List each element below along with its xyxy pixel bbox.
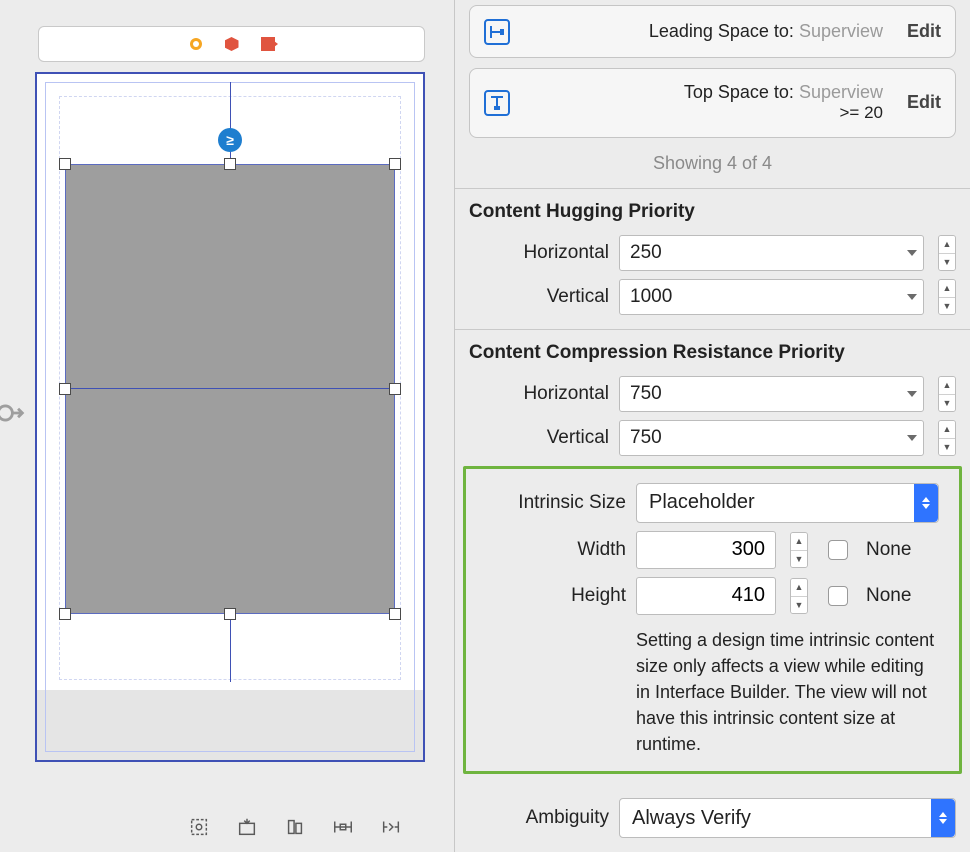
field-label: Vertical xyxy=(469,427,609,449)
dropdown-arrows-icon xyxy=(914,484,938,522)
field-label: Horizontal xyxy=(469,383,609,405)
checkbox-label: None xyxy=(866,585,911,607)
resize-handle[interactable] xyxy=(389,158,401,170)
canvas-area: ≥ xyxy=(0,0,454,852)
compression-vertical-row: Vertical 750 ▲▼ xyxy=(455,416,970,460)
constraint-top[interactable]: Top Space to: Superview >= 20 Edit xyxy=(469,68,956,137)
selected-uiview[interactable] xyxy=(65,164,395,614)
edit-button[interactable]: Edit xyxy=(907,21,941,42)
chevron-down-icon xyxy=(907,294,917,300)
resize-handle[interactable] xyxy=(59,158,71,170)
dock-expand-icon[interactable] xyxy=(0,396,28,430)
leading-constraint-icon xyxy=(484,19,510,45)
dropdown-arrows-icon xyxy=(931,799,955,837)
hugging-vertical-row: Vertical 1000 ▲▼ xyxy=(455,275,970,319)
edit-button[interactable]: Edit xyxy=(907,92,941,113)
checkbox-label: None xyxy=(866,539,911,561)
object-library-icon[interactable] xyxy=(224,36,240,52)
constraint-value: Superview xyxy=(799,82,883,102)
exit-icon[interactable] xyxy=(260,36,276,52)
canvas-bottom-tools xyxy=(186,814,404,840)
stepper[interactable]: ▲▼ xyxy=(938,235,956,271)
resize-handle[interactable] xyxy=(389,608,401,620)
constraints-count: Showing 4 of 4 xyxy=(455,143,970,188)
height-none-checkbox[interactable] xyxy=(828,586,848,606)
stepper[interactable]: ▲▼ xyxy=(790,578,808,614)
field-label: Height xyxy=(486,585,626,607)
field-label: Vertical xyxy=(469,286,609,308)
align-icon[interactable] xyxy=(282,814,308,840)
compression-horizontal-row: Horizontal 750 ▲▼ xyxy=(455,372,970,416)
resize-handle[interactable] xyxy=(59,608,71,620)
chevron-down-icon xyxy=(907,250,917,256)
device-scene[interactable]: ≥ xyxy=(35,72,425,762)
greater-than-constraint-badge[interactable]: ≥ xyxy=(218,128,242,152)
intrinsic-height-row: Height ▲▼ None xyxy=(472,573,953,619)
constraint-text: Top Space to: Superview >= 20 xyxy=(528,82,889,123)
hugging-horizontal-row: Horizontal 250 ▲▼ xyxy=(455,231,970,275)
field-label: Intrinsic Size xyxy=(486,492,626,514)
compression-vertical-combo[interactable]: 750 xyxy=(619,420,924,456)
field-value: 1000 xyxy=(630,286,672,308)
compression-title: Content Compression Resistance Priority xyxy=(455,330,970,372)
horizontal-center-guide xyxy=(65,388,393,389)
intrinsic-width-row: Width ▲▼ None xyxy=(472,527,953,573)
field-value: 750 xyxy=(630,427,662,449)
resize-handle[interactable] xyxy=(224,158,236,170)
hugging-title: Content Hugging Priority xyxy=(455,189,970,231)
intrinsic-width-input[interactable] xyxy=(636,531,776,569)
intrinsic-size-highlight: Intrinsic Size Placeholder Width ▲▼ None… xyxy=(463,466,962,774)
constraint-value: Superview xyxy=(799,21,883,41)
intrinsic-height-input[interactable] xyxy=(636,577,776,615)
resolve-issues-icon[interactable] xyxy=(378,814,404,840)
field-value: 250 xyxy=(630,242,662,264)
pin-icon[interactable] xyxy=(330,814,356,840)
hugging-vertical-combo[interactable]: 1000 xyxy=(619,279,924,315)
chevron-down-icon xyxy=(907,435,917,441)
field-label: Ambiguity xyxy=(469,807,609,829)
constraint-leading[interactable]: Leading Space to: Superview Edit xyxy=(469,5,956,58)
constraint-text: Leading Space to: Superview xyxy=(528,21,889,42)
intrinsic-size-row: Intrinsic Size Placeholder xyxy=(472,479,953,527)
constraint-label: Leading Space to: xyxy=(649,21,794,41)
runtime-issues-icon[interactable] xyxy=(188,36,204,52)
chevron-down-icon xyxy=(907,391,917,397)
size-inspector: Leading Space to: Superview Edit Top Spa… xyxy=(454,0,970,852)
ambiguity-row: Ambiguity Always Verify xyxy=(455,784,970,852)
width-none-checkbox[interactable] xyxy=(828,540,848,560)
embed-in-icon[interactable] xyxy=(234,814,260,840)
resize-handle[interactable] xyxy=(389,383,401,395)
field-label: Horizontal xyxy=(469,242,609,264)
top-constraint-icon xyxy=(484,90,510,116)
constraint-relation: >= 20 xyxy=(528,103,883,123)
hugging-horizontal-combo[interactable]: 250 xyxy=(619,235,924,271)
intrinsic-size-select[interactable]: Placeholder xyxy=(636,483,939,523)
stepper[interactable]: ▲▼ xyxy=(938,420,956,456)
resize-handle[interactable] xyxy=(59,383,71,395)
stepper[interactable]: ▲▼ xyxy=(938,279,956,315)
scene-toolbar xyxy=(38,26,425,62)
compression-horizontal-combo[interactable]: 750 xyxy=(619,376,924,412)
constraint-label: Top Space to: xyxy=(684,82,794,102)
stepper[interactable]: ▲▼ xyxy=(938,376,956,412)
ambiguity-select[interactable]: Always Verify xyxy=(619,798,956,838)
resize-handle[interactable] xyxy=(224,608,236,620)
field-value: 750 xyxy=(630,383,662,405)
update-frames-icon[interactable] xyxy=(186,814,212,840)
stepper[interactable]: ▲▼ xyxy=(790,532,808,568)
select-value: Always Verify xyxy=(632,807,751,830)
field-label: Width xyxy=(486,539,626,561)
select-value: Placeholder xyxy=(649,491,755,514)
intrinsic-note: Setting a design time intrinsic content … xyxy=(472,619,953,757)
